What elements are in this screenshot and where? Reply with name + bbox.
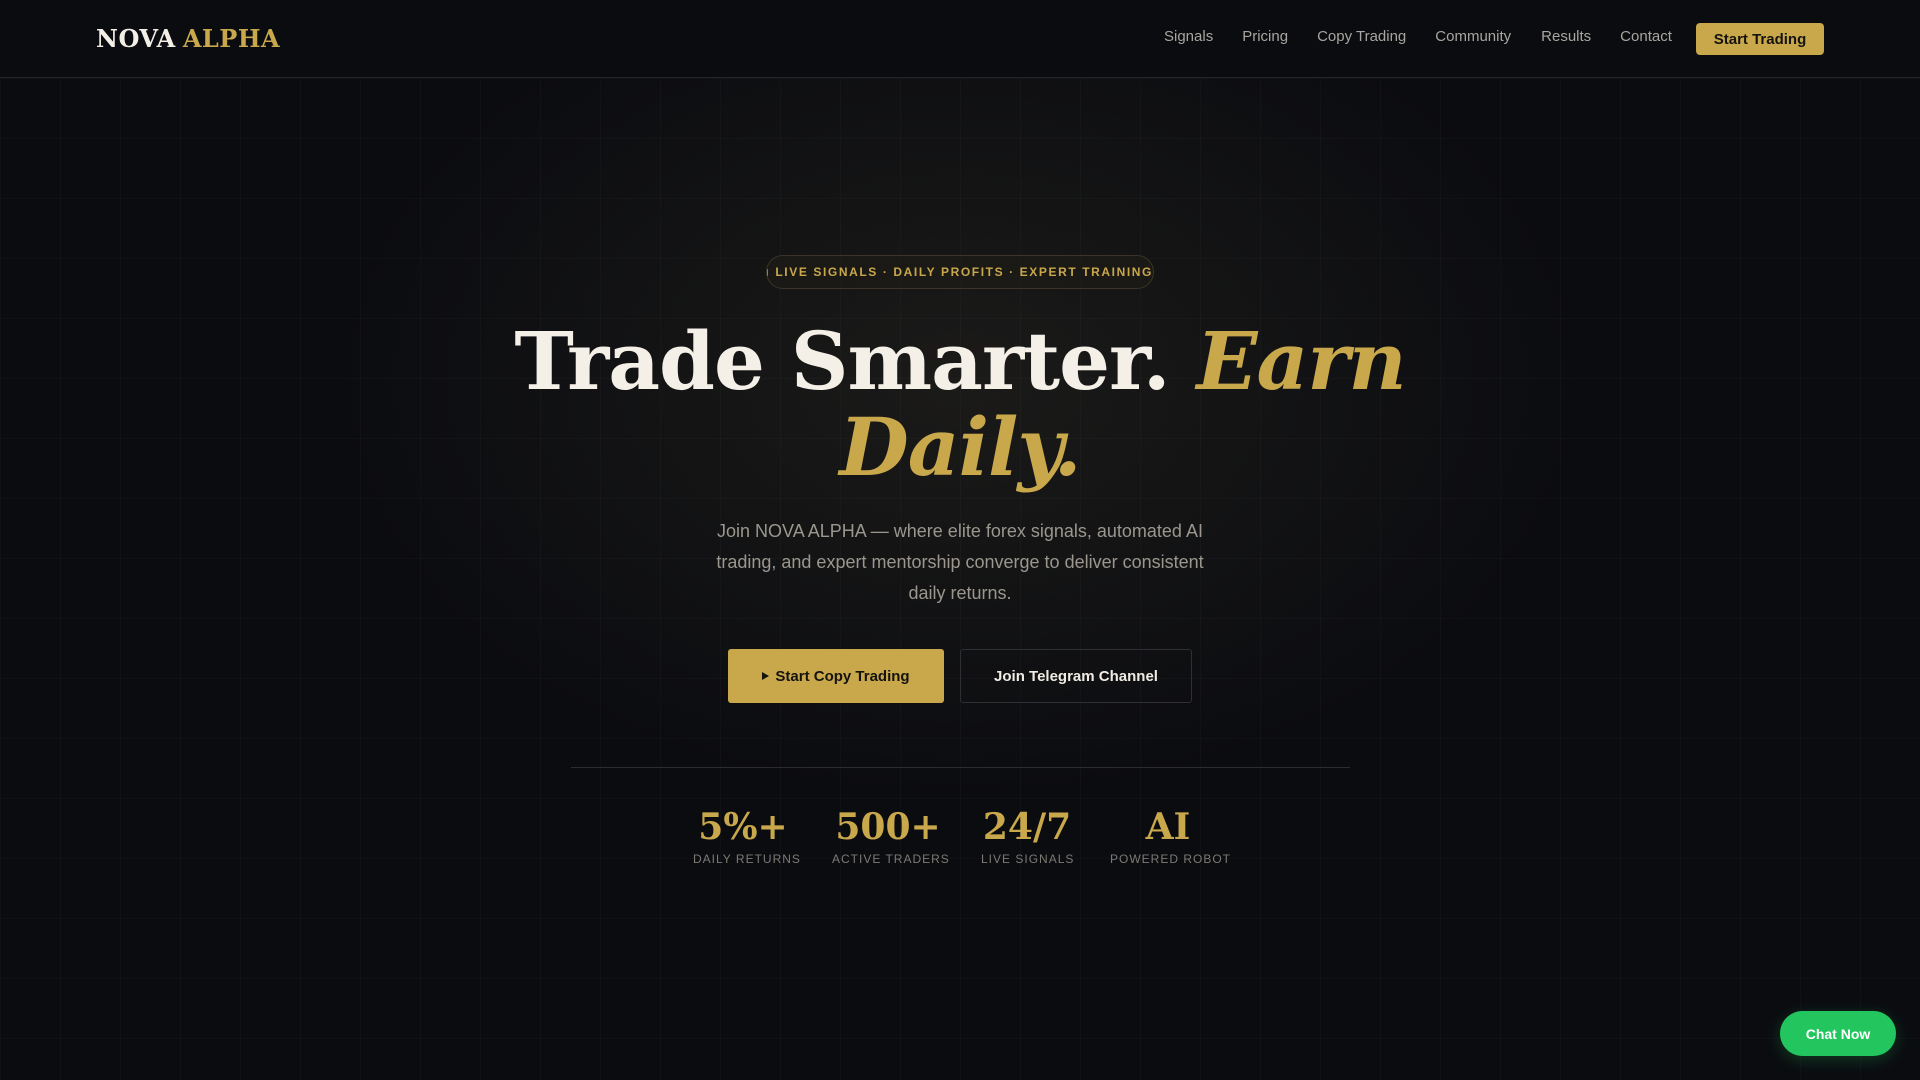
- stat-value: 24/7: [982, 806, 1072, 848]
- nav-link-pricing[interactable]: Pricing: [1242, 28, 1288, 45]
- nav-links: Signals Pricing Copy Trading Community R…: [1164, 28, 1672, 45]
- stat-value: 5%+: [698, 806, 788, 848]
- stat-label: POWERED ROBOT: [1110, 852, 1232, 866]
- hero-title: Trade Smarter. Earn Daily.: [460, 318, 1460, 490]
- chat-now-button[interactable]: Chat Now: [1780, 1011, 1896, 1056]
- brand-name-part1: NOVA: [96, 24, 176, 53]
- top-navbar: NOVA ALPHA Signals Pricing Copy Trading C…: [0, 0, 1920, 78]
- nav-link-contact[interactable]: Contact: [1620, 28, 1672, 45]
- stat-daily-returns: 5%+ DAILY RETURNS: [693, 806, 801, 866]
- stats-row: 5%+ DAILY RETURNS 500+ ACTIVE TRADERS 24…: [0, 806, 1920, 876]
- nav-link-community[interactable]: Community: [1435, 28, 1511, 45]
- nav-link-results[interactable]: Results: [1541, 28, 1591, 45]
- stat-label: DAILY RETURNS: [693, 852, 801, 866]
- nav-link-copy-trading[interactable]: Copy Trading: [1317, 28, 1406, 45]
- stat-live-signals: 24/7 LIVE SIGNALS: [981, 806, 1073, 866]
- nav-link-signals[interactable]: Signals: [1164, 28, 1213, 45]
- join-telegram-button[interactable]: Join Telegram Channel: [960, 649, 1192, 703]
- start-copy-trading-label: Start Copy Trading: [775, 667, 910, 685]
- stat-ai-robot: AI POWERED ROBOT: [1110, 806, 1232, 866]
- stat-value: AI: [1145, 806, 1191, 848]
- start-copy-trading-button[interactable]: Start Copy Trading: [728, 649, 944, 703]
- badge-text: LIVE SIGNALS · DAILY PROFITS · EXPERT TR…: [775, 265, 1153, 279]
- live-signals-badge: LIVE SIGNALS · DAILY PROFITS · EXPERT TR…: [766, 255, 1154, 289]
- start-trading-button[interactable]: Start Trading: [1696, 23, 1824, 55]
- hero-title-part1: Trade Smarter.: [514, 314, 1170, 408]
- landing-page: NOVA ALPHA Signals Pricing Copy Trading C…: [0, 0, 1920, 1080]
- brand-logo[interactable]: NOVA ALPHA: [96, 24, 280, 53]
- hero-divider: [571, 767, 1350, 768]
- stat-active-traders: 500+ ACTIVE TRADERS: [832, 806, 950, 866]
- stat-value: 500+: [835, 806, 941, 848]
- brand-name-part2: ALPHA: [182, 24, 281, 53]
- hero-subtitle: Join NOVA ALPHA — where elite forex sign…: [716, 521, 1204, 603]
- play-icon: [762, 672, 770, 680]
- stat-label: ACTIVE TRADERS: [832, 852, 950, 866]
- stat-label: LIVE SIGNALS: [981, 852, 1075, 866]
